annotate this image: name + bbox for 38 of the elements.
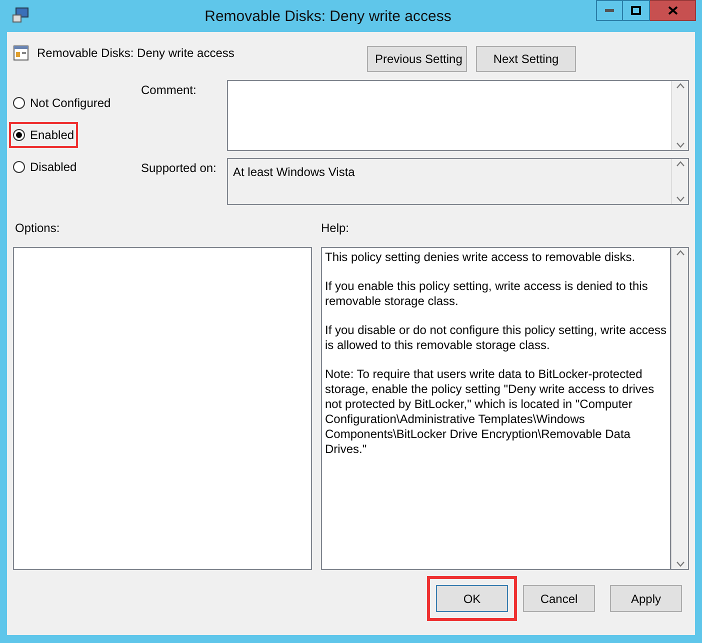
radio-option[interactable]: Disabled bbox=[9, 154, 81, 180]
help-text: If you disable or do not configure this policy setting, write access is allowed to this removable storage class. bbox=[325, 323, 667, 353]
close-button[interactable] bbox=[650, 0, 696, 21]
comment-label: Comment: bbox=[141, 82, 198, 99]
options-label: Options: bbox=[14, 220, 61, 237]
dialog-button[interactable]: OK bbox=[436, 585, 508, 612]
computer-icon bbox=[12, 7, 30, 23]
navigation-button[interactable]: Next Setting bbox=[476, 46, 576, 72]
help-text: If you enable this policy setting, write access is denied to this removable storage class. bbox=[325, 279, 649, 309]
radio-option[interactable]: Enabled bbox=[9, 122, 78, 148]
policy-title: Removable Disks: Deny write access bbox=[37, 45, 236, 62]
radio-icon bbox=[13, 161, 25, 173]
supported-on-value: At least Windows Vista bbox=[232, 164, 356, 181]
scroll-up-icon[interactable] bbox=[676, 83, 684, 89]
minimize-button[interactable] bbox=[596, 0, 623, 21]
help-label: Help: bbox=[321, 220, 350, 237]
maximize-icon bbox=[631, 6, 641, 15]
scroll-bar[interactable] bbox=[671, 248, 688, 569]
scroll-bar[interactable] bbox=[671, 81, 688, 150]
policy-icon bbox=[13, 45, 29, 61]
scroll-down-icon[interactable] bbox=[676, 561, 684, 567]
scroll-down-icon[interactable] bbox=[676, 142, 684, 148]
help-text: Note: To require that users write data to BitLocker-protected storage, enable the policy setting "Deny write access to drives not protected by BitLocker," which is located in "Computer Configuration\Administrative Templates\Windows Components\BitLocker Drive Encryption\Removable Data Drives." bbox=[325, 367, 656, 457]
close-icon bbox=[668, 6, 678, 15]
minimize-icon bbox=[605, 9, 614, 12]
radio-option[interactable]: Not Configured bbox=[9, 90, 115, 116]
scroll-up-icon[interactable] bbox=[676, 250, 684, 256]
window-title: Removable Disks: Deny write access bbox=[204, 7, 452, 27]
scroll-up-icon[interactable] bbox=[676, 161, 684, 167]
dialog-button[interactable]: Cancel bbox=[523, 585, 595, 612]
navigation-button[interactable]: Previous Setting bbox=[367, 46, 467, 72]
scroll-down-icon[interactable] bbox=[676, 196, 684, 202]
radio-icon bbox=[13, 97, 25, 109]
dialog-button[interactable]: Apply bbox=[610, 585, 682, 612]
supported-on-label: Supported on: bbox=[141, 160, 218, 177]
radio-selected-icon bbox=[13, 129, 25, 141]
help-text: This policy setting denies write access to removable disks. bbox=[325, 250, 636, 265]
comment-field[interactable] bbox=[227, 80, 689, 151]
